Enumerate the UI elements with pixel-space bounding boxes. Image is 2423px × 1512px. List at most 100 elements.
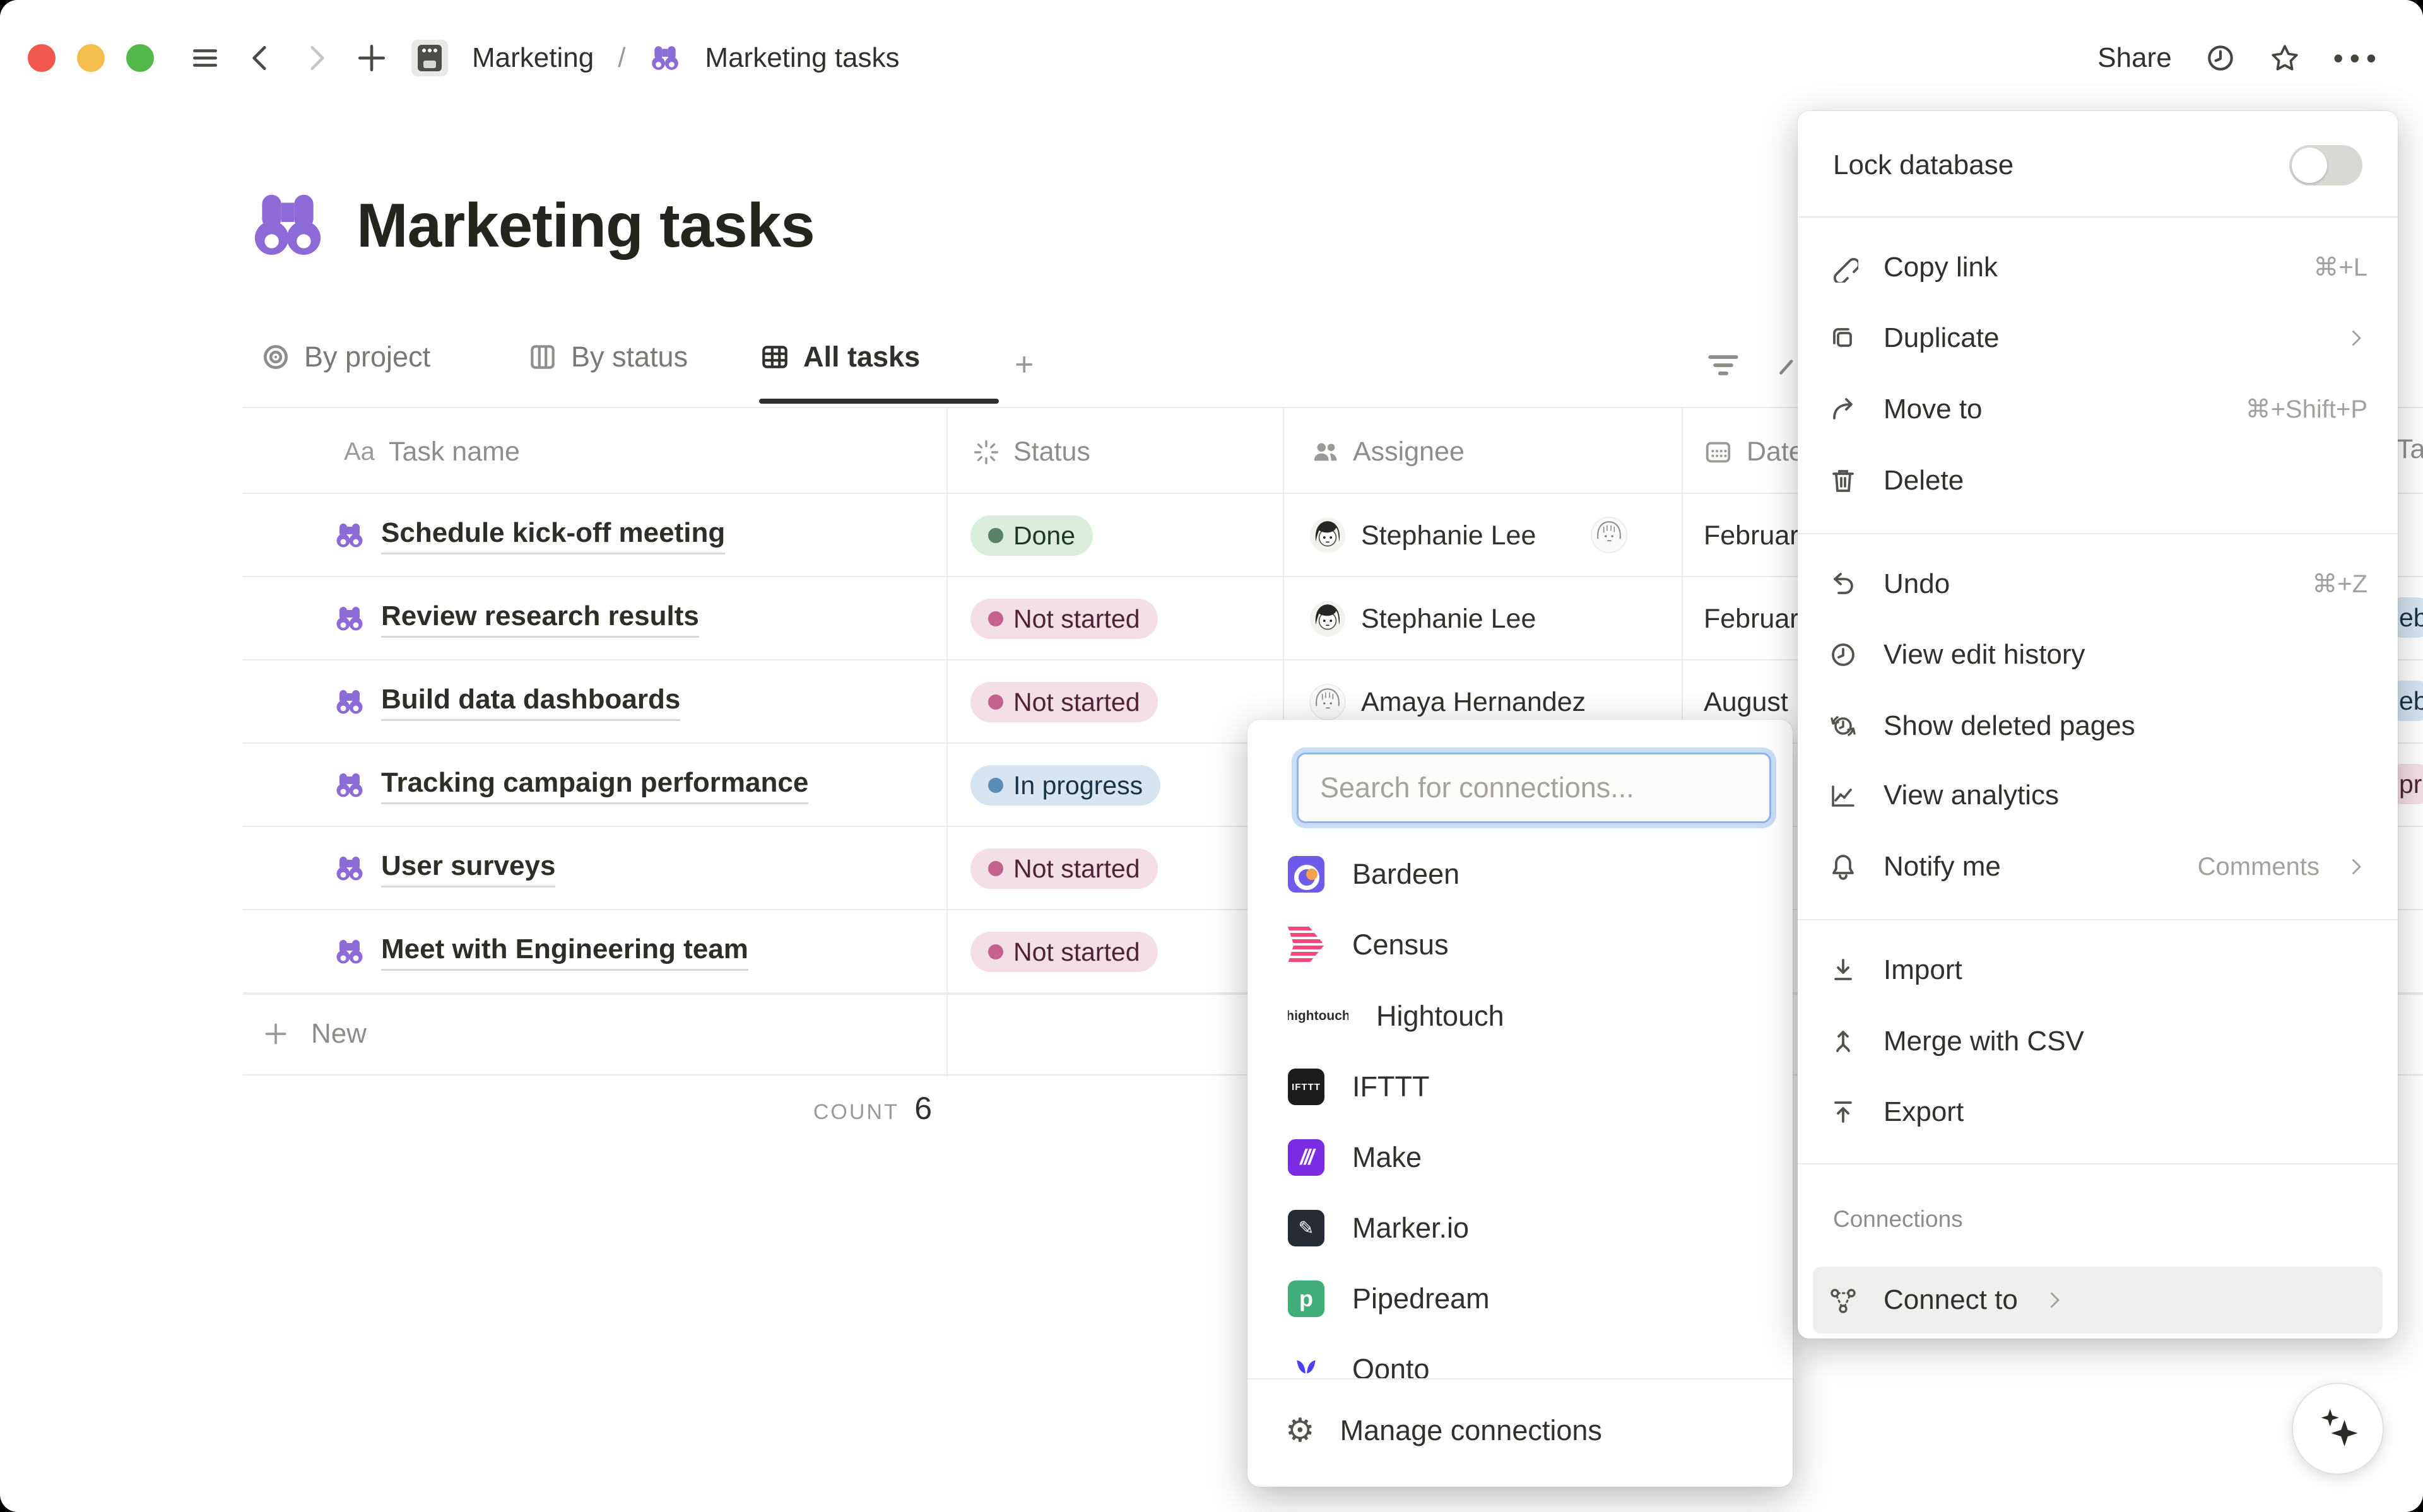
connections-popup: Bardeen Census hightouch Hightouch IFTTT…: [1247, 720, 1793, 1487]
toolbar-actions: Share •••: [2097, 32, 2383, 85]
binoculars-icon: [649, 42, 681, 74]
breadcrumb-parent[interactable]: Marketing: [472, 42, 594, 74]
connection-item-make[interactable]: /// Make: [1247, 1122, 1793, 1193]
menu-divider: [1798, 533, 2398, 534]
date-value[interactable]: February: [1704, 604, 1812, 635]
menu-item-notify-me[interactable]: Notify me Comments: [1798, 831, 2398, 902]
connect-nodes-icon: [1828, 1285, 1858, 1315]
menu-item-move-to[interactable]: Move to ⌘+Shift+P: [1798, 374, 2398, 445]
search-input[interactable]: [1297, 753, 1771, 823]
chevron-right-icon: [2345, 327, 2367, 349]
tab-all-tasks[interactable]: All tasks: [759, 341, 920, 373]
assignee-name[interactable]: Amaya Hernandez: [1361, 687, 1586, 718]
new-page-icon[interactable]: [356, 42, 387, 74]
merge-icon: [1828, 1026, 1858, 1057]
date-value[interactable]: February: [1704, 520, 1812, 551]
assignee-name[interactable]: Stephanie Lee: [1361, 520, 1536, 551]
add-view-button[interactable]: +: [1015, 346, 1034, 384]
connection-item-bardeen[interactable]: Bardeen: [1247, 839, 1793, 910]
new-row-label: New: [311, 1018, 367, 1050]
text-property-icon: Aa: [344, 438, 375, 466]
plus-icon: [262, 1020, 290, 1048]
lock-database-row[interactable]: Lock database: [1798, 130, 2398, 201]
column-header-status[interactable]: Status: [1013, 437, 1090, 467]
sidebar-menu-icon[interactable]: [189, 42, 221, 74]
connection-label: Pipedream: [1352, 1282, 1490, 1315]
task-title-link[interactable]: User surveys: [381, 850, 555, 888]
lock-database-toggle[interactable]: [2289, 145, 2362, 185]
more-options-icon[interactable]: •••: [2333, 41, 2383, 75]
assignee-name[interactable]: Stephanie Lee: [1361, 604, 1536, 635]
menu-item-delete[interactable]: Delete: [1798, 445, 2398, 516]
menu-item-duplicate[interactable]: Duplicate: [1798, 303, 2398, 373]
column-header-assignee[interactable]: Assignee: [1353, 437, 1465, 467]
status-pill[interactable]: Not started: [970, 682, 1158, 722]
count-summary[interactable]: COUNT 6: [243, 1090, 932, 1127]
manage-connections-button[interactable]: ⚙ Manage connections: [1247, 1390, 1793, 1472]
task-title-link[interactable]: Review research results: [381, 601, 699, 638]
task-title-link[interactable]: Meet with Engineering team: [381, 934, 748, 971]
updates-clock-icon[interactable]: [2205, 42, 2236, 74]
menu-item-label: View analytics: [1884, 780, 2367, 811]
menu-item-view-analytics[interactable]: View analytics: [1798, 760, 2398, 831]
column-header-date[interactable]: Date: [1747, 437, 1804, 467]
avatar-second: [1591, 517, 1627, 553]
task-title-link[interactable]: Build data dashboards: [381, 684, 680, 721]
avatar: [1309, 601, 1346, 637]
status-pill[interactable]: Not started: [970, 932, 1158, 972]
status-pill[interactable]: Not started: [970, 848, 1158, 889]
menu-item-undo[interactable]: Undo ⌘+Z: [1798, 549, 2398, 619]
marketing-page-icon: [411, 40, 448, 76]
breadcrumb-current[interactable]: Marketing tasks: [705, 42, 899, 74]
undo-icon: [1828, 569, 1858, 599]
share-button[interactable]: Share: [2097, 42, 2171, 74]
connection-item-ifttt[interactable]: IFTTT IFTTT: [1247, 1052, 1793, 1122]
connection-item-census[interactable]: Census: [1247, 910, 1793, 980]
menu-item-merge-with-csv[interactable]: Merge with CSV: [1798, 1006, 2398, 1077]
task-title-link[interactable]: Tracking campaign performance: [381, 767, 808, 804]
connection-item-hightouch[interactable]: hightouch Hightouch: [1247, 981, 1793, 1052]
status-dot: [988, 944, 1003, 959]
connection-item-qonto[interactable]: Qonto: [1247, 1334, 1793, 1379]
menu-shortcut: ⌘+L: [2313, 253, 2367, 282]
ifttt-icon: IFTTT: [1288, 1069, 1324, 1105]
column-header-task[interactable]: Task name: [389, 437, 520, 467]
forward-icon[interactable]: [300, 42, 332, 74]
tab-by-project[interactable]: By project: [260, 341, 430, 373]
pipedream-icon: p: [1288, 1281, 1324, 1317]
trash-icon: [1828, 466, 1858, 496]
status-label: Not started: [1013, 688, 1140, 717]
status-pill[interactable]: Done: [970, 515, 1093, 556]
table-icon: [759, 341, 791, 373]
traffic-light-close[interactable]: [28, 44, 56, 72]
menu-item-show-deleted-pages[interactable]: Show deleted pages: [1798, 691, 2398, 761]
menu-item-import[interactable]: Import: [1798, 935, 2398, 1005]
menu-item-copy-link[interactable]: Copy link ⌘+L: [1798, 232, 2398, 303]
notion-ai-button[interactable]: [2292, 1383, 2384, 1475]
traffic-light-zoom[interactable]: [126, 44, 154, 72]
favorite-star-icon[interactable]: [2269, 42, 2301, 74]
task-title-link[interactable]: Schedule kick-off meeting: [381, 517, 725, 554]
filter-icon[interactable]: [1704, 346, 1743, 385]
database-options-menu: Lock database Copy link ⌘+L Duplicate: [1798, 111, 2398, 1339]
connections-list: Bardeen Census hightouch Hightouch IFTTT…: [1247, 836, 1793, 1379]
status-pill[interactable]: Not started: [970, 599, 1158, 639]
connection-item-pipedream[interactable]: p Pipedream: [1247, 1263, 1793, 1334]
export-icon: [1828, 1097, 1858, 1127]
menu-item-connect-to[interactable]: Connect to: [1813, 1267, 2383, 1333]
binoculars-icon: [334, 770, 365, 800]
link-icon: [1828, 252, 1858, 283]
status-dot: [988, 694, 1003, 710]
column-header-tags-fragment[interactable]: Ta: [2396, 434, 2423, 465]
date-value[interactable]: August: [1704, 687, 1788, 718]
tab-by-status[interactable]: By status: [527, 341, 688, 373]
menu-item-export[interactable]: Export: [1798, 1077, 2398, 1147]
menu-item-view-edit-history[interactable]: View edit history: [1798, 619, 2398, 690]
avatar: [1309, 684, 1346, 720]
back-icon[interactable]: [245, 42, 276, 74]
menu-item-label: Connect to: [1884, 1284, 2018, 1316]
status-pill[interactable]: In progress: [970, 765, 1160, 806]
traffic-light-minimize[interactable]: [77, 44, 105, 72]
popup-divider: [1247, 1378, 1793, 1380]
connection-item-markerio[interactable]: ✎ Marker.io: [1247, 1193, 1793, 1263]
